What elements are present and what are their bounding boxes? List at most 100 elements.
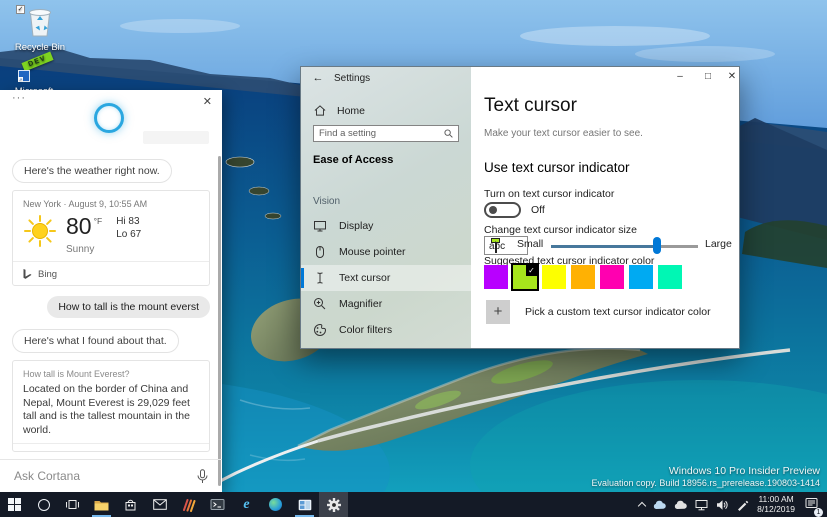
selection-checkbox[interactable]: ✓: [16, 5, 25, 14]
color-swatch-purple[interactable]: [484, 265, 508, 289]
windows-logo-icon: [8, 498, 21, 511]
menu-ellipsis-icon[interactable]: ···: [12, 92, 26, 104]
slider-max-label: Large: [705, 238, 732, 250]
fading-toast: [143, 131, 209, 144]
mail-button[interactable]: [145, 492, 174, 517]
sidebar-item-color-filters[interactable]: Color filters: [301, 317, 471, 343]
sidebar-item-label: Mouse pointer: [339, 246, 406, 258]
text-cursor-icon: [317, 272, 323, 284]
mouse-pointer-icon: [316, 246, 324, 258]
answer-card[interactable]: How tall is Mount Everest? Located on th…: [12, 360, 210, 452]
color-swatch-orange[interactable]: [571, 265, 595, 289]
watermark-build: Evaluation copy. Build 18956.rs_prerelea…: [591, 478, 821, 488]
stripes-app-button[interactable]: [174, 492, 203, 517]
gear-icon: [326, 497, 341, 512]
color-swatch-sky-blue[interactable]: [629, 265, 653, 289]
sidebar-item-label: Display: [339, 220, 374, 232]
preview-text: abc: [489, 241, 506, 252]
sidebar-item-label: Color filters: [339, 324, 393, 336]
pen-icon[interactable]: [736, 498, 749, 511]
task-view-button[interactable]: [58, 492, 87, 517]
color-swatch-aqua[interactable]: [658, 265, 682, 289]
settings-button[interactable]: [319, 492, 348, 517]
bing-attribution: Bing: [38, 269, 58, 280]
weather-location: New York · August 9, 10:55 AM: [23, 199, 148, 209]
sidebar-item-text-cursor[interactable]: Text cursor: [301, 265, 471, 291]
bing-icon: [23, 451, 32, 452]
sidebar-item-magnifier[interactable]: Magnifier: [301, 291, 471, 317]
section-heading: Use text cursor indicator: [484, 160, 630, 175]
tiles-app-button[interactable]: [290, 492, 319, 517]
app-tile-glyph: ↗: [18, 70, 30, 82]
slider-min-label: Small: [517, 238, 544, 250]
magnifier-icon: [314, 298, 326, 310]
file-explorer-button[interactable]: [87, 492, 116, 517]
watermark-edition: Windows 10 Pro Insider Preview: [668, 465, 820, 477]
color-swatch-yellow[interactable]: [542, 265, 566, 289]
cortana-ring-icon: [94, 103, 124, 133]
color-swatch-magenta[interactable]: [600, 265, 624, 289]
microphone-icon[interactable]: [197, 468, 208, 484]
add-custom-color-button[interactable]: +: [486, 300, 510, 324]
cortana-input-bar: [0, 459, 222, 492]
answer-body: Located on the border of China and Nepal…: [23, 383, 190, 436]
minimize-button[interactable]: –: [669, 71, 691, 82]
weather-condition: Sunny: [66, 244, 95, 255]
toggle-label: Turn on text cursor indicator: [484, 188, 615, 200]
size-slider-thumb[interactable]: [653, 237, 661, 254]
sidebar-home-label: Home: [337, 104, 366, 117]
bing-icon: [23, 269, 32, 279]
volume-icon[interactable]: [716, 499, 728, 511]
window-title: Settings: [334, 73, 371, 84]
store-button[interactable]: [116, 492, 145, 517]
tray-chevron-up-icon[interactable]: [637, 501, 647, 510]
recycle-bin-glyph: [29, 9, 51, 37]
scrollbar[interactable]: [218, 156, 221, 486]
weather-low: Lo 67: [116, 229, 142, 240]
maximize-button[interactable]: □: [697, 71, 719, 82]
size-slider-track[interactable]: [551, 245, 698, 248]
globe-app-button[interactable]: [261, 492, 290, 517]
cloud-icon[interactable]: [674, 500, 687, 510]
close-icon[interactable]: ✕: [203, 95, 212, 108]
start-button[interactable]: [0, 492, 29, 517]
cortana-button[interactable]: [29, 492, 58, 517]
tray-date: 8/12/2019: [757, 503, 795, 514]
answer-title: How tall is Mount Everest?: [23, 369, 130, 379]
sun-icon: [24, 215, 56, 247]
back-button[interactable]: ←: [309, 72, 327, 84]
action-center-icon: [805, 497, 818, 508]
sidebar-item-display[interactable]: Display: [301, 213, 471, 239]
sidebar-section-title: Ease of Access: [313, 154, 394, 166]
page-subtitle: Make your text cursor easier to see.: [484, 128, 643, 139]
tiles-app-icon: [298, 499, 311, 510]
terminal-button[interactable]: [203, 492, 232, 517]
color-swatch-green-yellow-selected[interactable]: ✓: [511, 263, 539, 291]
mail-icon: [152, 499, 167, 510]
weather-card[interactable]: New York · August 9, 10:55 AM 80 °F Hi 8…: [12, 190, 210, 286]
cortana-panel: ··· ✕ Here's the weather right now. New …: [0, 90, 222, 492]
network-icon[interactable]: [695, 499, 708, 511]
file-explorer-icon: [94, 500, 109, 510]
close-button[interactable]: ✕: [721, 71, 743, 82]
toggle-state-label: Off: [531, 204, 545, 216]
onedrive-cloud-icon[interactable]: [653, 500, 666, 510]
recycle-bin-icon[interactable]: ✓ Recycle Bin: [12, 5, 68, 53]
taskbar-clock[interactable]: 11:00 AM 8/12/2019: [757, 494, 795, 514]
action-center-button[interactable]: 1: [805, 496, 823, 517]
text-cursor-indicator-toggle[interactable]: [484, 202, 521, 218]
search-input[interactable]: [319, 128, 444, 139]
internet-explorer-button[interactable]: e: [232, 492, 261, 517]
color-swatch-row: ✓: [484, 263, 682, 291]
sidebar-group-label: Vision: [313, 196, 341, 207]
user-query-bubble: How to tall is the mount everst: [47, 296, 210, 318]
notification-badge: 1: [814, 507, 823, 517]
store-icon: [125, 499, 136, 511]
ask-cortana-input[interactable]: [14, 469, 197, 483]
settings-search-box[interactable]: [313, 125, 459, 142]
weather-hi-lo: Hi 83 Lo 67: [116, 214, 141, 241]
sidebar-item-mouse-pointer[interactable]: Mouse pointer: [301, 239, 471, 265]
display-icon: [314, 221, 326, 232]
sidebar-item-home[interactable]: Home: [313, 104, 365, 117]
globe-app-icon: [269, 498, 282, 511]
